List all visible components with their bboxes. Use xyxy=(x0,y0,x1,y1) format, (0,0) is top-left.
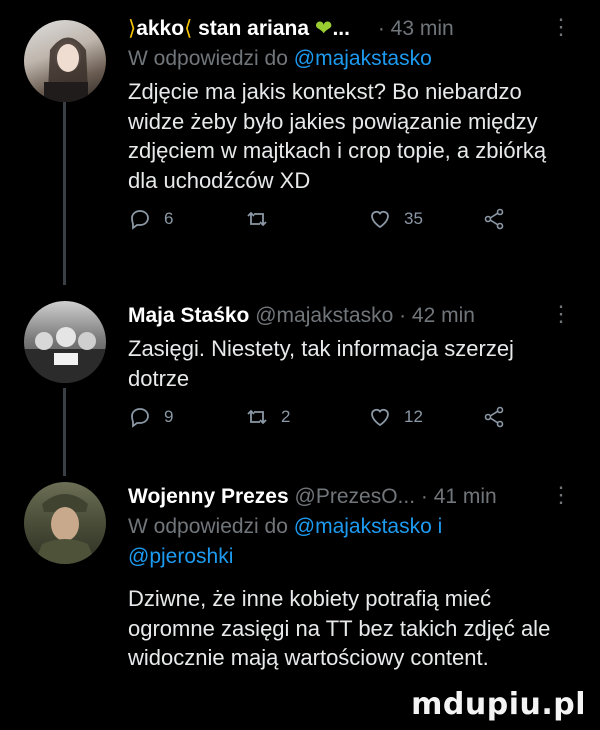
retweet-button[interactable]: 2 xyxy=(245,405,290,429)
retweet-icon xyxy=(247,211,267,227)
tweet-text: Dziwne, że inne kobiety potrafią mieć og… xyxy=(128,586,551,670)
reply-icon xyxy=(131,210,149,230)
author-name-secondary[interactable]: stan ariana xyxy=(198,17,309,40)
thread-line xyxy=(63,388,66,476)
like-count: 35 xyxy=(404,209,423,228)
tweet-time: · 43 min xyxy=(377,17,454,40)
reply-to-link[interactable]: @majakstasko i xyxy=(294,515,443,538)
tweet-emoji-icon: ⟩ xyxy=(128,17,137,40)
share-button[interactable] xyxy=(482,207,506,231)
more-icon[interactable]: ⋮ xyxy=(550,482,572,508)
reply-icon xyxy=(131,408,149,428)
avatar[interactable] xyxy=(24,20,106,102)
share-button[interactable] xyxy=(482,405,506,429)
tweet-text: Zdjęcie ma jakis kontekst? Bo niebardzo … xyxy=(128,79,547,193)
tweet-header: Wojenny Prezes @PrezesO... · 41 min xyxy=(128,482,580,512)
reply-button[interactable]: 6 xyxy=(128,207,173,231)
author-name[interactable]: Wojenny Prezes xyxy=(128,485,289,508)
share-icon xyxy=(484,208,504,230)
like-button[interactable]: 12 xyxy=(368,405,423,429)
reply-count: 6 xyxy=(164,209,174,228)
retweet-icon xyxy=(247,409,267,425)
reply-to-link-2[interactable]: @pjeroshki xyxy=(128,545,233,568)
tweet-emoji-icon: ⟨ xyxy=(184,17,193,40)
reply-to: W odpowiedzi do @majakstasko i @pjeroshk… xyxy=(128,515,443,568)
author-handle[interactable]: @majakstasko xyxy=(255,304,393,327)
like-icon xyxy=(371,408,389,427)
watermark: mdupiu.pl xyxy=(411,687,586,722)
tweet-text: Zasięgi. Niestety, tak informacja szerze… xyxy=(128,336,514,391)
author-name[interactable]: Maja Staśko xyxy=(128,304,249,327)
avatar[interactable] xyxy=(24,301,106,383)
tweet-time: · 42 min xyxy=(399,304,475,327)
tweet-header: Maja Staśko @majakstasko · 42 min xyxy=(128,301,580,331)
like-icon xyxy=(371,210,389,229)
tweet-time: · 41 min xyxy=(420,485,497,508)
author-name[interactable]: akko xyxy=(136,17,184,40)
more-icon[interactable]: ⋮ xyxy=(550,301,572,327)
retweet-button[interactable] xyxy=(245,207,281,231)
retweet-count: 2 xyxy=(281,407,291,426)
tweet-header: ⟩akko⟨ stan ariana ❤... · 43 min xyxy=(128,17,454,40)
reply-button[interactable]: 9 xyxy=(128,405,173,429)
author-handle[interactable]: @PrezesO... xyxy=(295,485,416,508)
reply-count: 9 xyxy=(164,407,174,426)
avatar[interactable] xyxy=(24,482,106,564)
thread-line xyxy=(63,100,66,285)
tweet-actions: 9 2 12 xyxy=(128,405,580,439)
more-icon[interactable]: ⋮ xyxy=(550,14,572,40)
like-button[interactable]: 35 xyxy=(368,207,423,231)
tweet-actions: 6 35 xyxy=(128,207,580,241)
share-icon xyxy=(484,406,504,428)
reply-to: W odpowiedzi do @majakstasko xyxy=(128,47,432,70)
like-count: 12 xyxy=(404,407,423,426)
reply-to-link[interactable]: @majakstasko xyxy=(294,47,432,70)
heart-emoji-icon: ❤ xyxy=(314,17,333,40)
